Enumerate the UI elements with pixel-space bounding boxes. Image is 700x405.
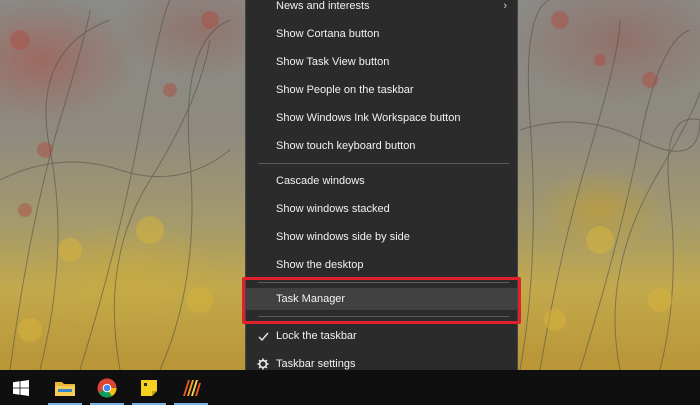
windows-logo-icon — [13, 379, 29, 396]
menu-item-label: Show windows side by side — [276, 231, 410, 243]
taskbar — [0, 370, 700, 405]
start-button[interactable] — [0, 370, 42, 405]
menu-item-show-windows-side-by-side[interactable]: Show windows side by side — [246, 226, 517, 248]
menu-item-show-cortana-button[interactable]: Show Cortana button — [246, 23, 517, 45]
menu-item-show-windows-ink[interactable]: Show Windows Ink Workspace button — [246, 107, 517, 129]
taskbar-context-menu: News and interests › Show Cortana button… — [245, 0, 518, 384]
chevron-right-icon: › — [503, 0, 507, 12]
sticky-notes-icon — [141, 379, 157, 396]
app-button[interactable] — [170, 370, 212, 405]
menu-item-news-and-interests[interactable]: News and interests › — [246, 0, 517, 17]
menu-item-show-the-desktop[interactable]: Show the desktop — [246, 254, 517, 276]
menu-item-label: Cascade windows — [276, 175, 365, 187]
menu-item-label: News and interests — [276, 0, 370, 12]
menu-item-label: Show Task View button — [276, 56, 390, 68]
chrome-icon — [97, 378, 117, 398]
menu-item-lock-the-taskbar[interactable]: Lock the taskbar — [246, 325, 517, 347]
menu-item-label: Show touch keyboard button — [276, 140, 416, 152]
menu-item-show-windows-stacked[interactable]: Show windows stacked — [246, 198, 517, 220]
chrome-button[interactable] — [86, 370, 128, 405]
menu-item-label: Lock the taskbar — [276, 330, 357, 342]
stripes-app-icon — [183, 379, 201, 396]
menu-item-show-people[interactable]: Show People on the taskbar — [246, 79, 517, 101]
menu-item-cascade-windows[interactable]: Cascade windows — [246, 170, 517, 192]
menu-item-label: Show Windows Ink Workspace button — [276, 112, 461, 124]
menu-item-label: Show People on the taskbar — [276, 84, 414, 96]
menu-item-show-task-view-button[interactable]: Show Task View button — [246, 51, 517, 73]
file-explorer-button[interactable] — [44, 370, 86, 405]
folder-icon — [55, 381, 75, 396]
menu-item-label: Taskbar settings — [276, 358, 356, 370]
menu-item-label: Show Cortana button — [276, 28, 380, 40]
sticky-notes-button[interactable] — [128, 370, 170, 405]
menu-item-label: Show windows stacked — [276, 203, 390, 215]
highlight-annotation-box — [242, 277, 521, 324]
checkmark-icon — [256, 325, 270, 347]
menu-item-label: Show the desktop — [276, 259, 364, 271]
menu-separator — [258, 163, 509, 164]
menu-item-show-touch-keyboard[interactable]: Show touch keyboard button — [246, 135, 517, 157]
